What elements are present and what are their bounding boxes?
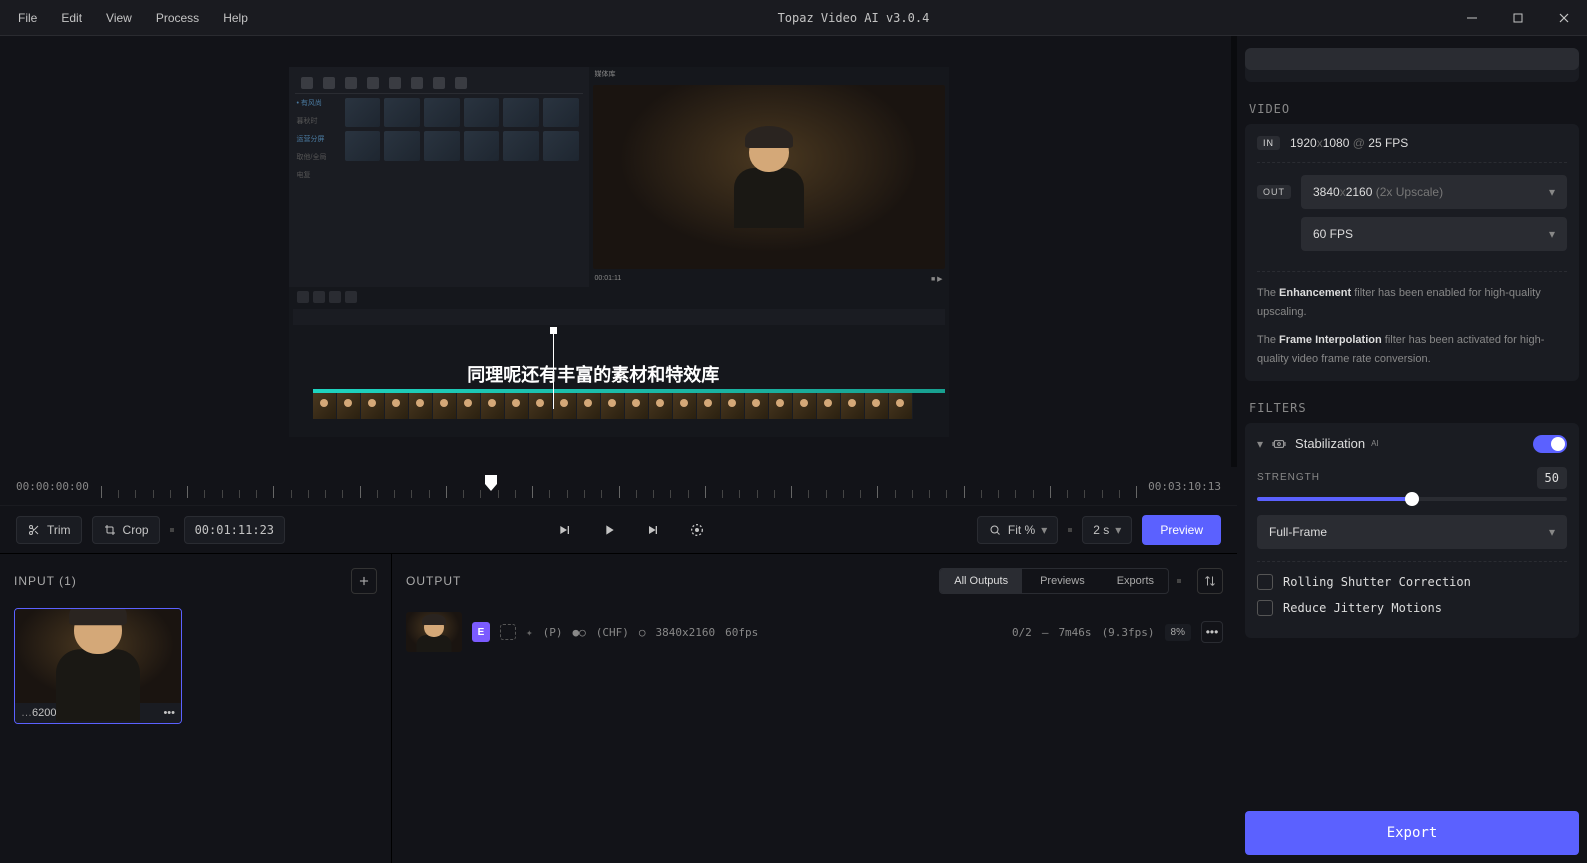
out-fps-select[interactable]: 60 FPS ▾: [1301, 217, 1567, 251]
chevron-down-icon: ▾: [1549, 185, 1555, 199]
minimize-button[interactable]: [1449, 0, 1495, 36]
rolling-shutter-checkbox[interactable]: Rolling Shutter Correction: [1257, 574, 1567, 590]
titlebar: File Edit View Process Help Topaz Video …: [0, 0, 1587, 36]
step-forward-button[interactable]: [639, 516, 667, 544]
strength-slider[interactable]: [1257, 497, 1567, 501]
duration-select[interactable]: 2 s ▾: [1082, 516, 1132, 544]
tab-all-outputs[interactable]: All Outputs: [940, 569, 1022, 593]
play-button[interactable]: [595, 516, 623, 544]
preview-area: • 有风尚 暮秋时 运营分屏 取他/全局 电复: [0, 36, 1237, 467]
info-frame-interp: The Frame Interpolation filter has been …: [1257, 331, 1567, 368]
video-section-title: VIDEO: [1249, 102, 1579, 116]
trim-button[interactable]: Trim: [16, 516, 82, 544]
input-card[interactable]: …6200419027416.mp4 •••: [14, 608, 182, 724]
chip-model: (CHF): [596, 626, 629, 639]
chevron-down-icon: ▾: [1549, 227, 1555, 241]
step-back-button[interactable]: [551, 516, 579, 544]
out-progress: 0/2: [1012, 626, 1032, 639]
toolbar: Trim Crop 00:01:11:23 Fit % ▾: [0, 505, 1237, 553]
stabilization-mode-select[interactable]: Full-Frame ▾: [1257, 515, 1567, 549]
menu-help[interactable]: Help: [213, 5, 258, 31]
out-resolution: 3840x2160: [656, 626, 716, 639]
menu-process[interactable]: Process: [146, 5, 209, 31]
out-speed: (9.3fps): [1102, 626, 1155, 639]
preview-button[interactable]: Preview: [1142, 515, 1221, 545]
stabilize-icon: [500, 624, 516, 640]
stabilization-panel: ▾ StabilizationAI STRENGTH 50 Full-Frame…: [1245, 423, 1579, 638]
zoom-icon: [988, 523, 1002, 537]
out-scale: 8%: [1165, 624, 1191, 641]
stabilize-icon: [1271, 436, 1287, 452]
settings-panel: VIDEO IN 1920x1080 @ 25 FPS OUT 3840x216…: [1237, 36, 1587, 863]
output-more-button[interactable]: •••: [1201, 621, 1223, 643]
window-controls: [1449, 0, 1587, 36]
input-panel: INPUT (1) …6200419027416.mp4 •••: [0, 554, 392, 863]
maximize-button[interactable]: [1495, 0, 1541, 36]
chevron-down-icon: ▾: [1549, 525, 1555, 539]
input-title: INPUT (1): [14, 574, 77, 588]
menu-edit[interactable]: Edit: [51, 5, 92, 31]
crop-icon: [103, 523, 117, 537]
export-button[interactable]: Export: [1245, 811, 1579, 855]
strength-label: STRENGTH: [1257, 472, 1320, 483]
scissors-icon: [27, 523, 41, 537]
video-preview[interactable]: • 有风尚 暮秋时 运营分屏 取他/全局 电复: [289, 67, 949, 437]
add-input-button[interactable]: [351, 568, 377, 594]
output-tabs: All Outputs Previews Exports: [939, 568, 1169, 594]
out-time: 7m46s: [1058, 626, 1091, 639]
close-button[interactable]: [1541, 0, 1587, 36]
scrubber-bar: 00:00:00:00 00:03:10:13: [0, 467, 1237, 505]
output-row[interactable]: E ✦ (P) ●○ (CHF) ○ 3840x2160 60fps 0/2 —…: [406, 608, 1223, 656]
time-start: 00:00:00:00: [16, 480, 89, 493]
chip-proc: (P): [543, 626, 563, 639]
collapse-toggle[interactable]: ▾: [1257, 437, 1263, 451]
chevron-down-icon: ▾: [1041, 523, 1047, 537]
input-card-more[interactable]: •••: [163, 707, 175, 719]
zoom-select[interactable]: Fit % ▾: [977, 516, 1058, 544]
info-enhancement: The Enhancement filter has been enabled …: [1257, 284, 1567, 321]
menu-file[interactable]: File: [8, 5, 47, 31]
reduce-jitter-checkbox[interactable]: Reduce Jittery Motions: [1257, 600, 1567, 616]
stabilization-toggle[interactable]: [1533, 435, 1567, 453]
time-end: 00:03:10:13: [1148, 480, 1221, 493]
timecode-field[interactable]: 00:01:11:23: [184, 516, 285, 544]
out-resolution-select[interactable]: 3840x2160 (2x Upscale) ▾: [1301, 175, 1567, 209]
chevron-down-icon: ▾: [1115, 523, 1121, 537]
strength-value[interactable]: 50: [1537, 467, 1567, 489]
menu-view[interactable]: View: [96, 5, 142, 31]
output-title: OUTPUT: [406, 574, 461, 588]
output-panel: OUTPUT All Outputs Previews Exports E: [392, 554, 1237, 863]
in-badge: IN: [1257, 136, 1280, 150]
main-menu: File Edit View Process Help: [0, 5, 258, 31]
app-title: Topaz Video AI v3.0.4: [258, 11, 1449, 25]
crop-button[interactable]: Crop: [92, 516, 160, 544]
export-badge: E: [472, 622, 490, 642]
loop-button[interactable]: [683, 516, 711, 544]
timeline-ruler[interactable]: [101, 474, 1136, 498]
playhead-marker[interactable]: [484, 474, 498, 492]
caption-overlay: 同理呢还有丰富的素材和特效库: [467, 361, 719, 387]
sort-button[interactable]: [1197, 568, 1223, 594]
editor-video-header: 媒体库: [589, 67, 949, 81]
output-thumbnail: [406, 612, 462, 652]
tab-previews[interactable]: Previews: [1026, 569, 1099, 593]
out-badge: OUT: [1257, 185, 1291, 199]
filters-section-title: FILTERS: [1249, 401, 1579, 415]
out-fps: 60fps: [725, 626, 758, 639]
tab-exports[interactable]: Exports: [1103, 569, 1168, 593]
